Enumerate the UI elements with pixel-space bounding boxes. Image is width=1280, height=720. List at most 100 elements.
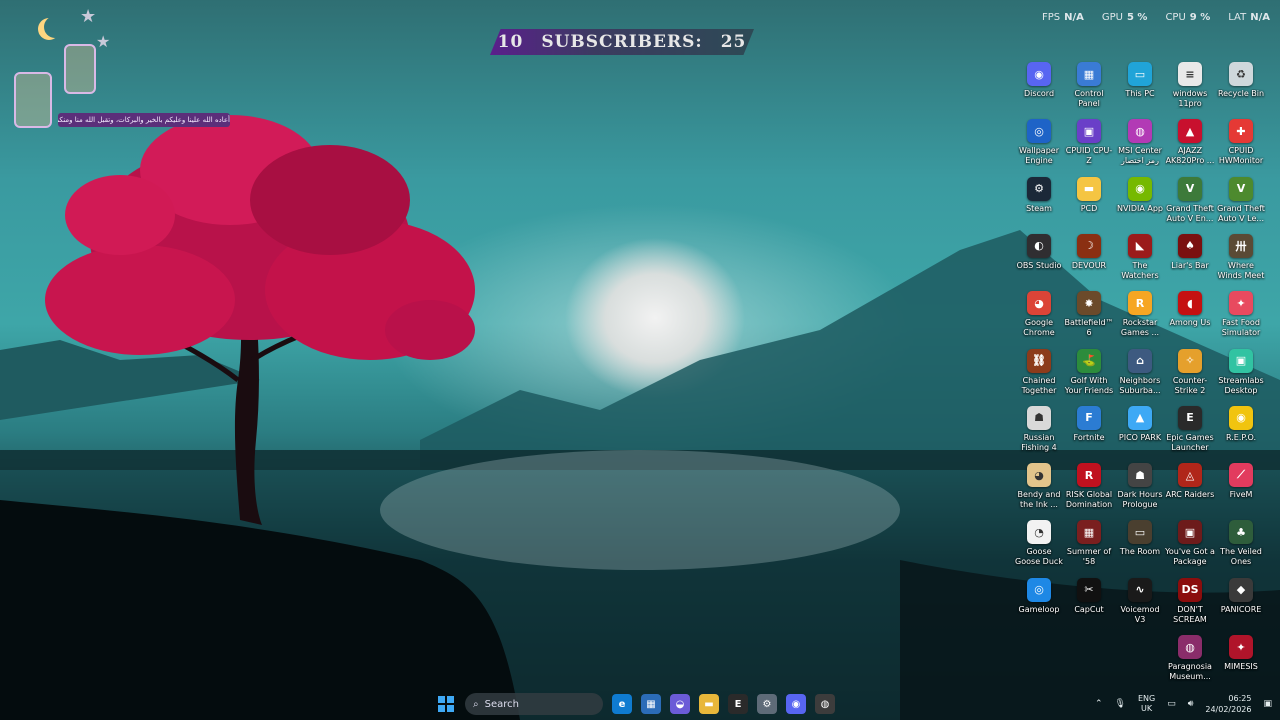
perf-lat: LAT N/A [1228, 12, 1270, 23]
desktop-shortcut[interactable]: ◍ Paragnosia Museum... [1165, 635, 1215, 692]
desktop-shortcut[interactable]: ✦ Fast Food Simulator [1216, 291, 1266, 348]
desktop-shortcut[interactable]: ☗ Dark Hours Prologue [1115, 463, 1165, 520]
desktop-shortcut[interactable]: ◖ Among Us [1165, 291, 1215, 348]
desktop-shortcut[interactable]: ◔ Goose Goose Duck [1014, 520, 1064, 577]
desktop-shortcut[interactable]: ▭ The Room [1115, 520, 1165, 577]
desktop-shortcut[interactable]: ▭ This PC [1115, 62, 1165, 119]
repo-icon: ◉ [1229, 405, 1253, 430]
desktop-shortcut[interactable]: V Grand Theft Auto V En... [1165, 176, 1215, 234]
desktop-shortcut-label: MSI Center رمز اختصار [1118, 146, 1162, 166]
desktop-shortcut[interactable]: ▦ Summer of '58 [1064, 520, 1114, 577]
desktop-shortcut[interactable]: ✂ CapCut [1064, 577, 1114, 635]
microsoft-store-icon[interactable]: ▦ [641, 694, 661, 714]
file-explorer-icon[interactable]: ▬ [699, 694, 719, 714]
notification-icon[interactable]: ▣ [1263, 699, 1272, 709]
desktop-shortcut[interactable]: DS DON'T SCREAM [1165, 577, 1215, 635]
desktop-shortcut[interactable]: ♣ The Veiled Ones [1216, 520, 1266, 577]
desktop-shortcut-label: Epic Games Launcher [1166, 432, 1214, 452]
desktop-shortcut[interactable]: ✚ CPUID HWMonitor [1216, 119, 1266, 176]
subscriber-title: SUBSCRIBERS: [541, 32, 703, 52]
desktop-shortcut-label: Battlefield™ 6 [1064, 318, 1114, 338]
desktop-shortcut-label: Grand Theft Auto V Le... [1217, 203, 1265, 223]
edge-icon[interactable]: e [612, 694, 632, 714]
desktop-shortcut[interactable]: ⟋ FiveM [1216, 463, 1266, 520]
desktop-shortcut[interactable]: ◉ NVIDIA App [1115, 176, 1165, 234]
desktop-shortcut[interactable]: ◣ The Watchers [1115, 233, 1165, 291]
taskbar-search-box[interactable]: ⌕ Search [465, 693, 603, 715]
obs-icon: ◐ [1027, 233, 1051, 258]
desktop-shortcut[interactable]: ♠ Liar's Bar [1165, 233, 1215, 291]
desktop-shortcut[interactable]: V Grand Theft Auto V Le... [1216, 176, 1266, 234]
desktop-shortcut-label: Fortnite [1073, 432, 1105, 442]
system-tray: ⌃ 🎙︎ ENG UK ▭ 🔊︎ 06:25 24/02/2026 ▣ [1095, 692, 1272, 716]
settings-icon[interactable]: ⚙ [757, 694, 777, 714]
desktop-shortcut-label: Chained Together [1021, 375, 1057, 395]
desktop-shortcut[interactable]: ▬ PCD [1064, 176, 1114, 234]
desktop-shortcut[interactable]: R RISK Global Domination [1064, 463, 1114, 520]
epic-games-taskbar-icon[interactable]: E [728, 694, 748, 714]
desktop-shortcut-label: AJAZZ AK820Pro ... [1165, 146, 1215, 166]
search-placeholder: Search [484, 698, 519, 710]
desktop-shortcut[interactable]: ⛳ Golf With Your Friends [1064, 348, 1114, 406]
desktop-shortcut[interactable]: ☽ DEVOUR [1064, 233, 1114, 291]
desktop-shortcut[interactable]: E Epic Games Launcher [1165, 405, 1215, 463]
desktop-shortcut[interactable]: ✧ Counter-Strike 2 [1165, 348, 1215, 406]
desktop-shortcut[interactable]: ☗ Russian Fishing 4 [1014, 405, 1064, 463]
desktop-shortcut-label: CapCut [1074, 604, 1104, 614]
microphone-icon[interactable]: 🎙︎ [1115, 699, 1126, 709]
desktop-shortcut[interactable]: ⛓ Chained Together [1014, 348, 1064, 406]
desktop-shortcut[interactable]: ◎ Gameloop [1014, 577, 1064, 635]
desktop-shortcut[interactable]: ⚙ Steam [1014, 176, 1064, 234]
clock[interactable]: 06:25 24/02/2026 [1205, 693, 1251, 715]
fast-food-icon: ✦ [1229, 291, 1253, 316]
desktop-shortcut[interactable]: ◕ Google Chrome [1014, 291, 1064, 348]
windows-start-icon[interactable] [436, 694, 456, 714]
language-indicator[interactable]: ENG UK [1138, 694, 1155, 714]
desktop-shortcut[interactable]: ∿ Voicemod V3 [1115, 577, 1165, 635]
desktop-shortcut-label: Russian Fishing 4 [1021, 432, 1057, 452]
performance-overlay: FPS N/A GPU 5 % CPU 9 % LAT N/A [1042, 12, 1270, 23]
network-icon[interactable]: ▭ [1167, 699, 1176, 709]
cs2-icon: ✧ [1178, 348, 1202, 373]
volume-icon[interactable]: 🔊︎ [1188, 699, 1194, 709]
discord-taskbar-icon[interactable]: ◉ [786, 694, 806, 714]
desktop-shortcut[interactable]: 卅 Where Winds Meet [1216, 233, 1266, 291]
pico-park-icon: ▲ [1128, 405, 1152, 430]
perf-cpu: CPU 9 % [1165, 12, 1211, 23]
gta-legacy-icon: V [1229, 176, 1253, 201]
desktop-shortcut[interactable]: ⌂ Neighbors Suburba... [1115, 348, 1165, 406]
subscriber-count-left: 10 [497, 32, 524, 52]
desktop-shortcut[interactable]: ◐ OBS Studio [1014, 233, 1064, 291]
desktop-shortcut[interactable]: ✸ Battlefield™ 6 [1064, 291, 1114, 348]
desktop-shortcut[interactable]: ▲ PICO PARK [1115, 405, 1165, 463]
chevron-up-icon[interactable]: ⌃ [1095, 699, 1103, 709]
desktop-shortcut-label: Recycle Bin [1217, 89, 1265, 98]
desktop-shortcut[interactable]: ◆ PANICORE [1216, 577, 1266, 635]
desktop-shortcut-label: Bendy and the Ink ... [1017, 490, 1061, 510]
desktop-shortcut[interactable]: R Rockstar Games ... [1115, 291, 1165, 348]
desktop-shortcut[interactable]: ◎ Wallpaper Engine [1014, 119, 1064, 176]
desktop-shortcut[interactable]: F Fortnite [1064, 405, 1114, 463]
fivem-icon: ⟋ [1229, 463, 1253, 488]
desktop-shortcut[interactable]: ▣ Streamlabs Desktop [1216, 348, 1266, 406]
subscriber-count-right: 25 [720, 32, 747, 52]
desktop-shortcut[interactable]: ▣ You've Got a Package [1165, 520, 1215, 577]
desktop-shortcut[interactable]: ▣ CPUID CPU-Z [1064, 119, 1114, 176]
perf-fps: FPS N/A [1041, 12, 1084, 23]
chained-together-icon: ⛓ [1027, 348, 1051, 373]
desktop-shortcut-label: R.E.P.O. [1225, 432, 1257, 442]
desktop-shortcut[interactable]: ≡ windows 11pro key.txt [1165, 62, 1215, 119]
desktop-shortcut[interactable]: ◕ Bendy and the Ink ... [1014, 463, 1064, 520]
desktop-shortcut[interactable]: ♻ Recycle Bin [1216, 62, 1266, 119]
recording-app-icon[interactable]: ◍ [815, 694, 835, 714]
desktop-shortcut-label: Where Winds Meet [1217, 260, 1265, 280]
desktop-shortcut[interactable]: ◉ Discord [1014, 62, 1064, 119]
desktop-shortcut[interactable]: ◍ MSI Center رمز اختصار [1115, 119, 1165, 176]
copilot-icon[interactable]: ◒ [670, 694, 690, 714]
desktop-shortcut[interactable]: ▦ Control Panel [1064, 62, 1114, 119]
desktop-shortcut[interactable]: ◉ R.E.P.O. [1216, 405, 1266, 463]
watchers-icon: ◣ [1128, 233, 1152, 258]
desktop-shortcut[interactable]: ▲ AJAZZ AK820Pro ... [1165, 119, 1215, 176]
desktop-shortcut[interactable]: ✦ MIMESIS [1216, 635, 1266, 692]
desktop-shortcut[interactable]: ◬ ARC Raiders [1165, 463, 1215, 520]
